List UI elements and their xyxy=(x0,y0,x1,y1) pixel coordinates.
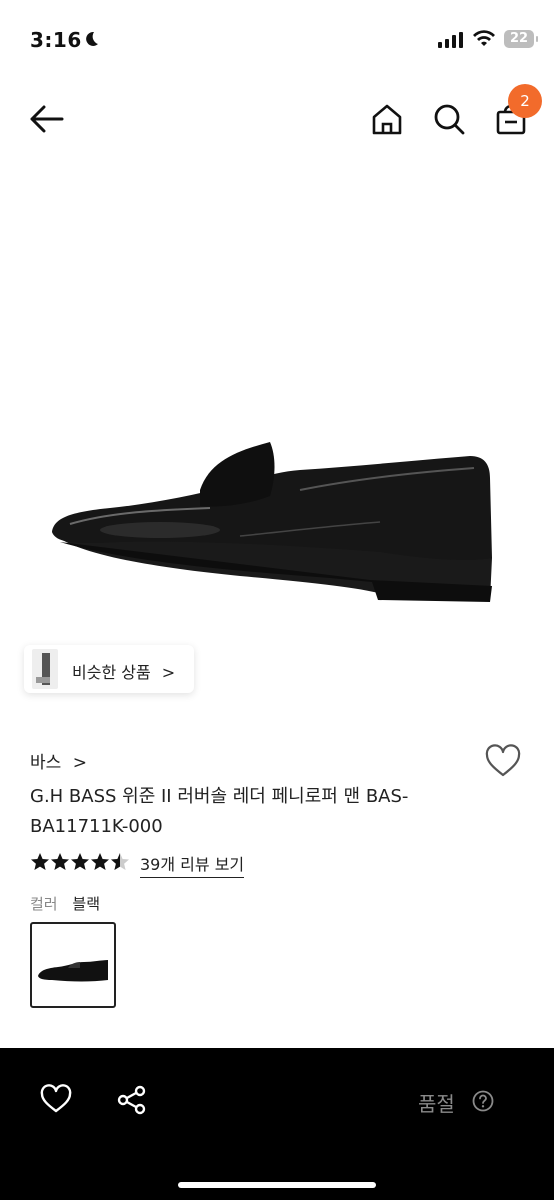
search-icon[interactable] xyxy=(432,102,466,136)
similar-products-button[interactable]: 비슷한 상품 > xyxy=(24,645,194,693)
top-nav: 2 xyxy=(0,80,554,160)
help-icon[interactable] xyxy=(472,1090,494,1112)
back-arrow-icon[interactable] xyxy=(28,102,64,136)
product-title: G.H BASS 위준 II 러버솔 레더 페니로퍼 맨 BAS-BA11711… xyxy=(30,786,409,837)
brand-link[interactable]: 바스 > xyxy=(30,748,87,773)
color-value: 블랙 xyxy=(72,895,100,913)
status-time: 3:16 xyxy=(30,28,82,52)
wishlist-heart-icon[interactable] xyxy=(484,744,522,778)
home-icon[interactable] xyxy=(370,102,404,136)
brand-name: 바스 xyxy=(30,753,62,773)
soldout-button[interactable]: 품절 xyxy=(418,1088,455,1117)
star-icon xyxy=(51,853,69,870)
color-label: 컬러 xyxy=(30,895,58,913)
heart-icon[interactable] xyxy=(40,1084,72,1114)
star-icon xyxy=(71,853,89,870)
review-link[interactable]: 39개 리뷰 보기 xyxy=(140,851,245,878)
color-swatch-black[interactable] xyxy=(30,922,116,1008)
similar-products-label: 비슷한 상품 xyxy=(72,663,151,682)
similar-thumbnail xyxy=(32,649,58,689)
share-icon[interactable] xyxy=(116,1084,148,1116)
battery-icon: 22 xyxy=(504,30,538,48)
cart-count-badge: 2 xyxy=(508,84,542,118)
home-indicator xyxy=(178,1182,376,1188)
bottom-action-bar: 품절 xyxy=(0,1048,554,1200)
chevron-right-icon: > xyxy=(161,663,176,682)
loafer-image xyxy=(52,442,492,602)
signal-icon xyxy=(438,32,463,48)
wifi-icon xyxy=(473,30,495,46)
status-bar: 3:16 22 xyxy=(0,0,554,80)
star-rating xyxy=(30,852,132,876)
star-icon xyxy=(91,853,109,870)
moon-icon xyxy=(86,31,98,46)
color-row: 컬러 블랙 xyxy=(30,893,100,914)
product-image[interactable] xyxy=(0,160,554,720)
star-icon xyxy=(31,853,49,870)
brand-chevron-icon: > xyxy=(72,753,87,773)
